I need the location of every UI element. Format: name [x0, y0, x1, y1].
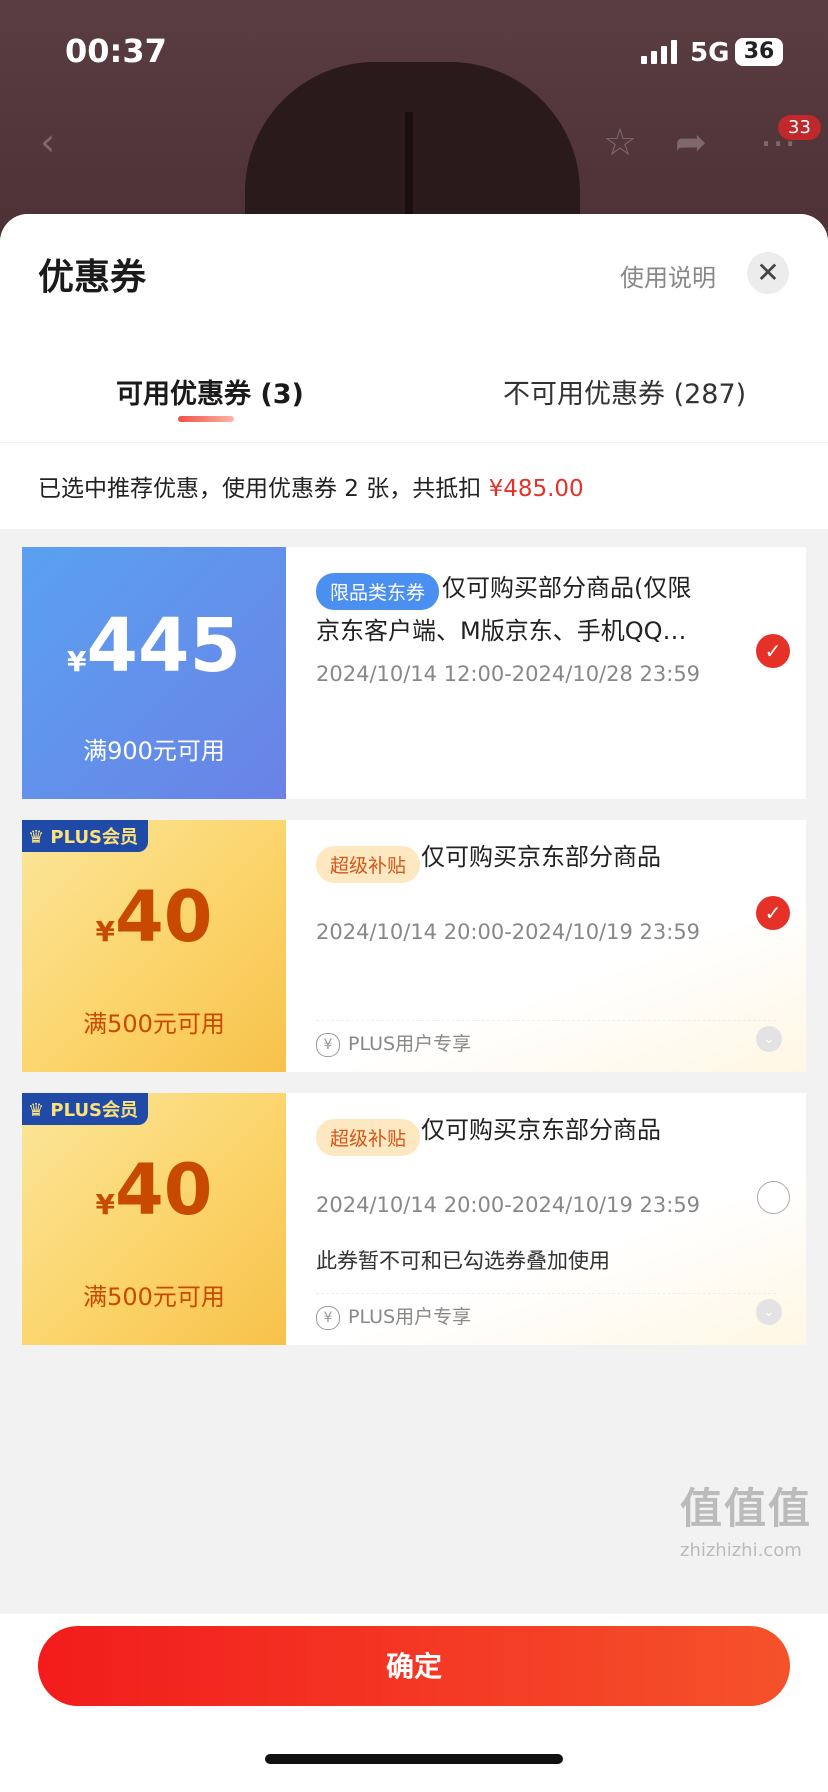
amount-value: 40: [115, 1149, 213, 1231]
coupon-desc: 仅可购买京东部分商品: [421, 843, 661, 871]
coupon-card[interactable]: ♛ PLUS会员 ¥40 满500元可用 超级补贴 仅可购买京东部分商品 202…: [22, 1093, 806, 1345]
coupon-tag: 限品类东券: [316, 573, 440, 610]
coupon-footer-text: PLUS用户专享: [348, 1033, 472, 1055]
coupon-card[interactable]: ¥445 满900元可用 限品类东券 仅可购买部分商品(仅限 京东客户端、M版京…: [22, 547, 806, 799]
network-type: 5G: [690, 38, 730, 68]
coupon-date: 2024/10/14 20:00-2024/10/19 23:59: [316, 920, 701, 944]
currency-symbol: ¥: [67, 645, 87, 678]
coupon-tag: 超级补贴: [316, 846, 421, 883]
coupon-card[interactable]: ♛ PLUS会员 ¥40 满500元可用 超级补贴 仅可购买京东部分商品 202…: [22, 820, 806, 1072]
coupon-amount: ¥40: [22, 876, 286, 958]
coupon-desc-line2: 京东客户端、M版京东、手机QQ…: [316, 617, 687, 645]
site-watermark: 值值值 zhizhizhi.com: [680, 1475, 812, 1561]
summary-text: 已选中推荐优惠，使用优惠券 2 张，共抵扣 ¥485.00: [38, 469, 584, 503]
watermark-url: zhizhizhi.com: [680, 1540, 802, 1561]
back-icon[interactable]: ‹: [40, 120, 55, 164]
coupon-condition: 满900元可用: [83, 737, 225, 765]
summary-label: 已选中推荐优惠，使用优惠券 2 张，共抵扣: [38, 476, 489, 502]
confirm-button[interactable]: 确定: [38, 1626, 790, 1706]
coupon-desc: 仅可购买京东部分商品: [421, 1116, 661, 1144]
sheet-title: 优惠券: [38, 257, 147, 298]
signal-icon: [641, 40, 677, 64]
coupon-tag: 超级补贴: [316, 1119, 421, 1156]
summary-amount: ¥485.00: [488, 476, 584, 502]
coupon-details: 超级补贴 仅可购买京东部分商品 2024/10/14 20:00-2024/10…: [286, 1093, 806, 1345]
share-icon[interactable]: ➦: [675, 120, 707, 164]
yen-icon: ¥: [316, 1305, 340, 1330]
tab-available-coupons[interactable]: 可用优惠券 (3): [116, 372, 304, 411]
usage-help-link[interactable]: 使用说明: [620, 258, 716, 293]
checkmark-icon[interactable]: ✓: [756, 896, 790, 930]
favorite-star-icon[interactable]: ☆: [603, 120, 637, 164]
crown-icon: ♛: [28, 827, 45, 848]
currency-symbol: ¥: [95, 1188, 116, 1221]
coupon-value-panel: ¥445 满900元可用: [22, 547, 286, 799]
status-time: 00:37: [65, 32, 167, 70]
coupon-details: 超级补贴 仅可购买京东部分商品 2024/10/14 20:00-2024/10…: [286, 820, 806, 1072]
plus-member-badge: ♛ PLUS会员: [22, 1093, 149, 1125]
amount-value: 40: [115, 876, 213, 958]
checkmark-icon[interactable]: ✓: [756, 634, 790, 668]
coupon-details: 限品类东券 仅可购买部分商品(仅限 京东客户端、M版京东、手机QQ… 2024/…: [286, 547, 806, 799]
coupon-amount: ¥445: [22, 603, 286, 689]
coupon-footer: ¥ PLUS用户专享: [316, 1293, 776, 1330]
coupon-stack-note: 此券暂不可和已勾选券叠加使用: [316, 1249, 610, 1273]
cart-count-badge: 33: [778, 115, 821, 140]
tab-unavailable-coupons[interactable]: 不可用优惠券 (287): [503, 372, 746, 411]
coupon-condition: 满500元可用: [83, 1010, 225, 1038]
watermark-logo: 值值值: [680, 1484, 813, 1533]
close-icon[interactable]: ✕: [747, 252, 789, 294]
plus-badge-label: PLUS会员: [50, 827, 139, 848]
chevron-down-icon[interactable]: ⌄: [756, 1299, 782, 1325]
coupon-amount: ¥40: [22, 1149, 286, 1231]
coupon-date: 2024/10/14 12:00-2024/10/28 23:59: [316, 662, 701, 686]
active-tab-indicator: [178, 416, 234, 422]
currency-symbol: ¥: [95, 915, 116, 948]
crown-icon: ♛: [28, 1100, 45, 1121]
plus-member-badge: ♛ PLUS会员: [22, 820, 149, 852]
status-bar: 00:37 5G 36: [0, 0, 828, 100]
coupon-desc-line1: 仅可购买部分商品(仅限: [442, 574, 692, 602]
battery-icon: 36: [735, 38, 783, 66]
bottom-action-bar: 确定: [0, 1614, 828, 1792]
coupon-condition: 满500元可用: [83, 1283, 225, 1311]
coupon-date: 2024/10/14 20:00-2024/10/19 23:59: [316, 1193, 701, 1217]
sheet-header: 优惠券 使用说明 ✕ 可用优惠券 (3) 不可用优惠券 (287): [0, 214, 828, 442]
plus-badge-label: PLUS会员: [50, 1100, 139, 1121]
coupon-value-panel: ♛ PLUS会员 ¥40 满500元可用: [22, 820, 286, 1072]
amount-value: 445: [86, 603, 241, 689]
unchecked-circle-icon[interactable]: [757, 1181, 790, 1214]
coupon-value-panel: ♛ PLUS会员 ¥40 满500元可用: [22, 1093, 286, 1345]
selection-summary: 已选中推荐优惠，使用优惠券 2 张，共抵扣 ¥485.00: [0, 442, 828, 529]
home-indicator: [265, 1754, 563, 1764]
chevron-down-icon[interactable]: ⌄: [756, 1026, 782, 1052]
coupon-footer-text: PLUS用户专享: [348, 1306, 472, 1328]
yen-icon: ¥: [316, 1032, 340, 1057]
coupon-footer: ¥ PLUS用户专享: [316, 1020, 776, 1057]
